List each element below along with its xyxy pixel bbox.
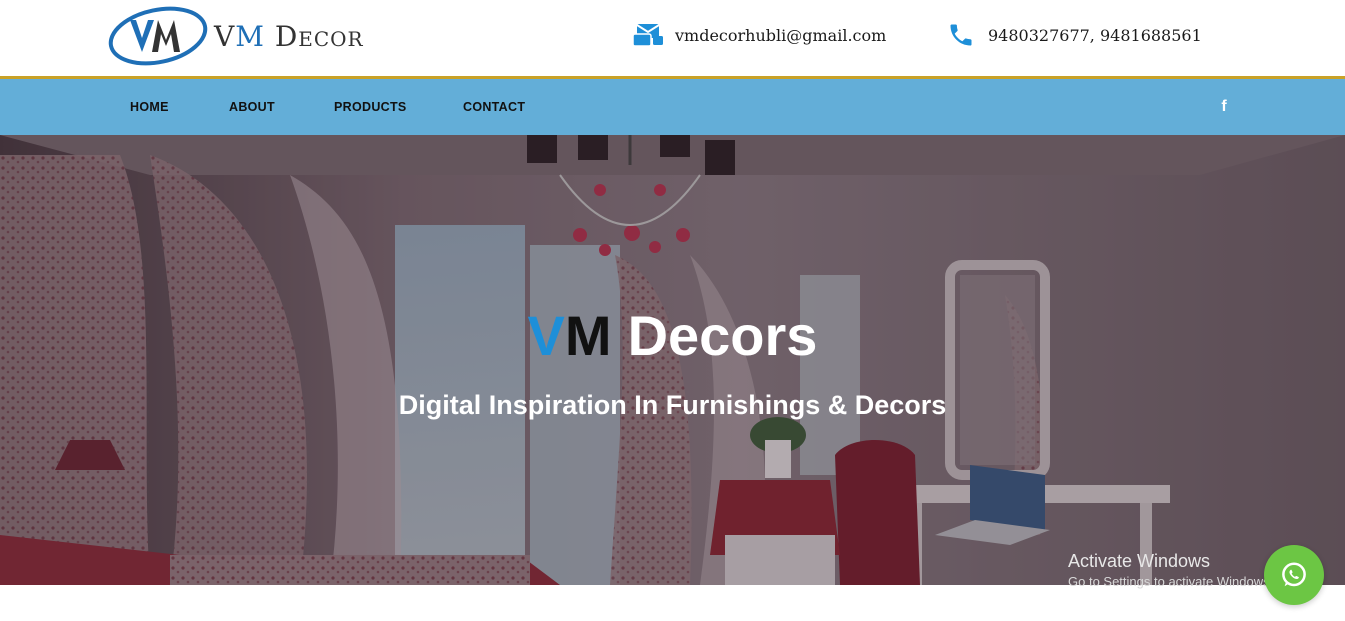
hero-title-rest: Decors [627,304,818,367]
hero-subtitle: Digital Inspiration In Furnishings & Dec… [398,390,947,420]
nav-contact[interactable]: CONTACT [463,79,525,135]
main-nav: HOME ABOUT PRODUCTS CONTACT f [0,79,1345,135]
nav-about[interactable]: ABOUT [229,79,275,135]
email-address[interactable]: vmdecorhubli@gmail.com [675,26,886,45]
phone-contact[interactable]: 9480327677, 9481688561 [946,20,1202,50]
email-icon [633,20,663,50]
activate-title: Activate Windows [1068,551,1211,571]
site-logo[interactable]: VM Decor [108,4,408,68]
hero-title-m: M [564,304,612,367]
email-contact[interactable]: vmdecorhubli@gmail.com [633,20,886,50]
hero-banner: VM Decors Digital Inspiration In Furnishi… [0,135,1345,585]
logo-text: VM Decor [214,20,364,53]
phone-numbers[interactable]: 9480327677, 9481688561 [988,26,1202,45]
activate-windows-watermark: Activate Windows Go to Settings to activ… [1068,551,1273,589]
facebook-icon[interactable]: f [1215,98,1233,116]
site-header: VM Decor vmdecorhubli@gmail.com 94803276… [0,0,1345,76]
nav-home[interactable]: HOME [130,79,169,135]
activate-subtitle: Go to Settings to activate Windows. [1068,574,1274,589]
hero-title-v: V [527,304,565,367]
phone-icon [946,20,976,50]
vm-logo-icon [108,6,208,66]
nav-products[interactable]: PRODUCTS [334,79,407,135]
hero-title: VM Decors [0,303,1345,368]
whatsapp-icon [1282,562,1306,587]
whatsapp-button[interactable] [1264,545,1324,605]
